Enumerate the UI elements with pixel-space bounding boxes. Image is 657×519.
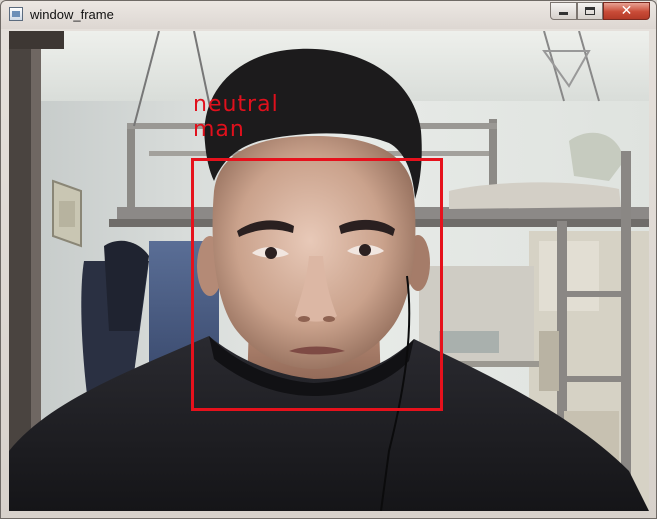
app-window: window_frame ✕ neutral man bbox=[0, 0, 657, 519]
close-button[interactable]: ✕ bbox=[603, 2, 650, 20]
window-title: window_frame bbox=[30, 7, 114, 22]
title-bar[interactable]: window_frame ✕ bbox=[1, 1, 656, 29]
window-app-icon[interactable] bbox=[9, 7, 23, 21]
gender-label: man bbox=[193, 117, 245, 142]
minimize-icon bbox=[559, 12, 568, 15]
maximize-button[interactable] bbox=[577, 2, 603, 20]
maximize-icon bbox=[585, 7, 595, 15]
minimize-button[interactable] bbox=[550, 2, 577, 20]
close-icon: ✕ bbox=[620, 3, 633, 19]
emotion-label: neutral bbox=[193, 92, 279, 117]
camera-frame: neutral man bbox=[9, 31, 649, 511]
face-detection-box bbox=[191, 158, 443, 411]
